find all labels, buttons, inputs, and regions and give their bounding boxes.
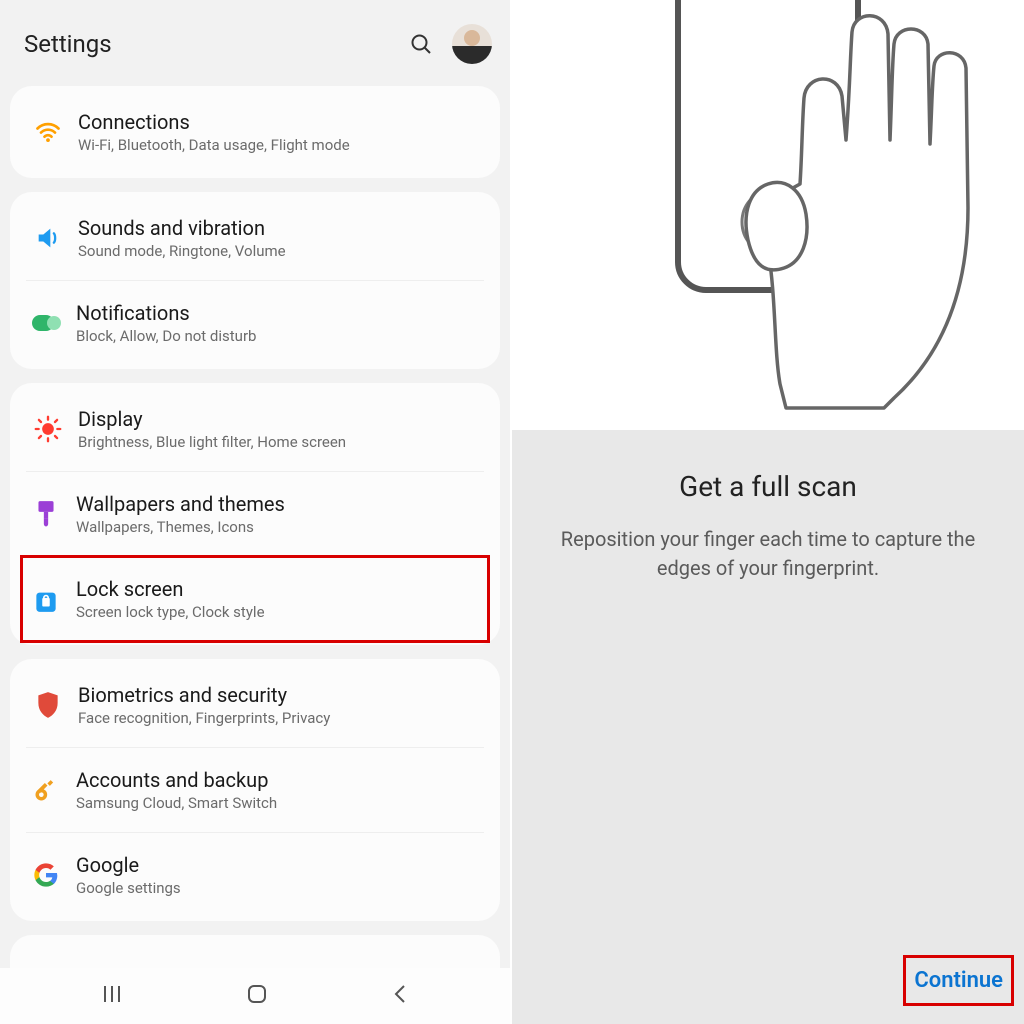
row-title: Wallpapers and themes [76,492,484,516]
shield-icon [28,685,68,725]
row-subtitle: Wi-Fi, Bluetooth, Data usage, Flight mod… [78,136,484,154]
row-subtitle: Face recognition, Fingerprints, Privacy [78,709,484,727]
page-title: Settings [24,30,404,58]
settings-group: Connections Wi-Fi, Bluetooth, Data usage… [10,86,500,178]
row-subtitle: Brightness, Blue light filter, Home scre… [78,433,484,451]
row-subtitle: Wallpapers, Themes, Icons [76,518,484,536]
row-title: Google [76,853,484,877]
row-subtitle: Block, Allow, Do not disturb [76,327,484,345]
settings-group: Biometrics and security Face recognition… [10,659,500,921]
android-navbar [0,968,510,1024]
row-lock-screen[interactable]: Lock screen Screen lock type, Clock styl… [26,556,484,641]
row-subtitle: Google settings [76,879,484,897]
row-title: Connections [78,110,484,134]
fingerprint-scan-pane: Get a full scan Reposition your finger e… [512,0,1024,1024]
row-accounts[interactable]: Accounts and backup Samsung Cloud, Smart… [26,747,484,832]
row-advanced[interactable]: Advanced features [10,939,500,968]
settings-group: Sounds and vibration Sound mode, Rington… [10,192,500,369]
recent-apps-button[interactable] [100,984,124,1008]
scan-description: Reposition your finger each time to capt… [540,525,996,583]
row-connections[interactable]: Connections Wi-Fi, Bluetooth, Data usage… [10,90,500,174]
row-title: Lock screen [76,577,484,601]
row-display[interactable]: Display Brightness, Blue light filter, H… [10,387,500,471]
row-title: Biometrics and security [78,683,484,707]
settings-list[interactable]: Connections Wi-Fi, Bluetooth, Data usage… [0,80,510,968]
notification-icon [26,303,66,343]
row-subtitle: Samsung Cloud, Smart Switch [76,794,484,812]
row-notifications[interactable]: Notifications Block, Allow, Do not distu… [26,280,484,365]
fingerprint-illustration [512,0,1024,430]
wifi-icon [28,112,68,152]
row-sounds[interactable]: Sounds and vibration Sound mode, Rington… [10,196,500,280]
profile-avatar[interactable] [452,24,492,64]
settings-pane: Settings Connections Wi-Fi, Bluetooth, D… [0,0,512,1024]
settings-group: Display Brightness, Blue light filter, H… [10,383,500,645]
home-button[interactable] [245,982,269,1010]
row-google[interactable]: Google Google settings [26,832,484,917]
key-icon [26,770,66,810]
settings-group: Advanced features [10,935,500,968]
continue-button[interactable]: Continue [903,955,1014,1006]
brightness-icon [28,409,68,449]
speaker-icon [28,218,68,258]
scan-instructions: Get a full scan Reposition your finger e… [512,430,1024,1024]
row-title: Accounts and backup [76,768,484,792]
row-wallpapers[interactable]: Wallpapers and themes Wallpapers, Themes… [26,471,484,556]
google-icon [26,855,66,895]
settings-header: Settings [0,0,510,88]
search-icon [409,32,433,56]
row-subtitle: Screen lock type, Clock style [76,603,484,621]
search-button[interactable] [404,27,438,61]
lock-icon [26,579,66,619]
scan-title: Get a full scan [540,470,996,503]
paint-brush-icon [26,494,66,534]
row-title: Notifications [76,301,484,325]
plus-gear-icon [28,959,68,968]
back-button[interactable] [390,982,410,1010]
row-title: Sounds and vibration [78,216,484,240]
row-biometrics[interactable]: Biometrics and security Face recognition… [10,663,500,747]
continue-wrap: Continue [903,955,1014,1006]
row-subtitle: Sound mode, Ringtone, Volume [78,242,484,260]
row-title: Display [78,407,484,431]
